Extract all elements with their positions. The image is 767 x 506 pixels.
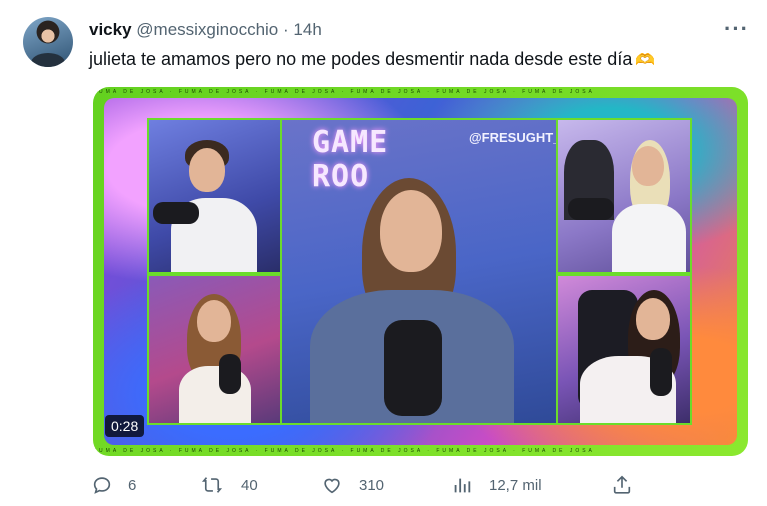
display-name[interactable]: vicky [89,20,132,39]
streamer-watermark: @FRESUGHT_ [469,130,558,145]
ticker-top: FUMA DE JOSA · FUMA DE JOSA · FUMA DE JO… [93,89,595,95]
separator: · [283,20,289,39]
tweet-text: julieta te amamos pero no me podes desme… [89,49,655,70]
head [380,190,442,272]
camera-main: GAME ROO @FRESUGHT_ [280,118,558,425]
views-count: 12,7 mil [489,477,542,494]
like-icon [324,478,340,494]
stream-layout: GAME ROO @FRESUGHT_ [104,98,737,445]
camera-bottom-left [147,274,282,425]
timestamp[interactable]: 14h [293,20,321,39]
share-button[interactable] [611,474,633,496]
microphone [219,354,241,394]
tweet-header: vicky @messixginocchio · 14h [89,20,322,40]
ticker-bottom: FUMA DE JOSA · FUMA DE JOSA · FUMA DE JO… [93,448,595,454]
microphone [650,348,672,396]
head [632,146,664,186]
retweet-icon [201,477,223,493]
microphone [153,202,199,224]
tweet-actions: 6 40 310 12,7 mil [0,474,767,498]
tweet-video[interactable]: FUMA DE JOSA · FUMA DE JOSA · FUMA DE JO… [93,87,748,456]
retweet-button[interactable]: 40 [201,474,258,496]
microphone [568,198,614,220]
reply-count: 6 [128,477,137,494]
views-button[interactable]: 12,7 mil [451,474,542,496]
microphone [384,320,442,416]
video-duration: 0:28 [105,415,145,437]
reply-icon [93,477,111,494]
retweet-count: 40 [241,477,258,494]
head [636,298,670,340]
views-icon [454,478,471,493]
avatar-shoulders [31,53,65,67]
reply-button[interactable]: 6 [91,474,136,496]
head [189,148,225,192]
game-room-sign: GAME ROO [312,125,389,194]
camera-top-left [147,118,282,274]
camera-top-right [556,118,692,274]
tweet-text-body: julieta te amamos pero no me podes desme… [89,49,633,69]
avatar[interactable] [23,17,73,67]
like-count: 310 [359,477,385,494]
tweet[interactable]: vicky @messixginocchio · 14h ··· julieta… [0,0,767,506]
user-handle[interactable]: @messixginocchio [136,20,278,39]
heart-hands-emoji: 🫶 [635,52,656,69]
torso [612,204,686,272]
share-icon [613,475,631,494]
more-icon[interactable]: ··· [724,16,749,42]
head [197,300,231,342]
camera-bottom-right [556,274,692,425]
like-button[interactable]: 310 [321,474,384,496]
